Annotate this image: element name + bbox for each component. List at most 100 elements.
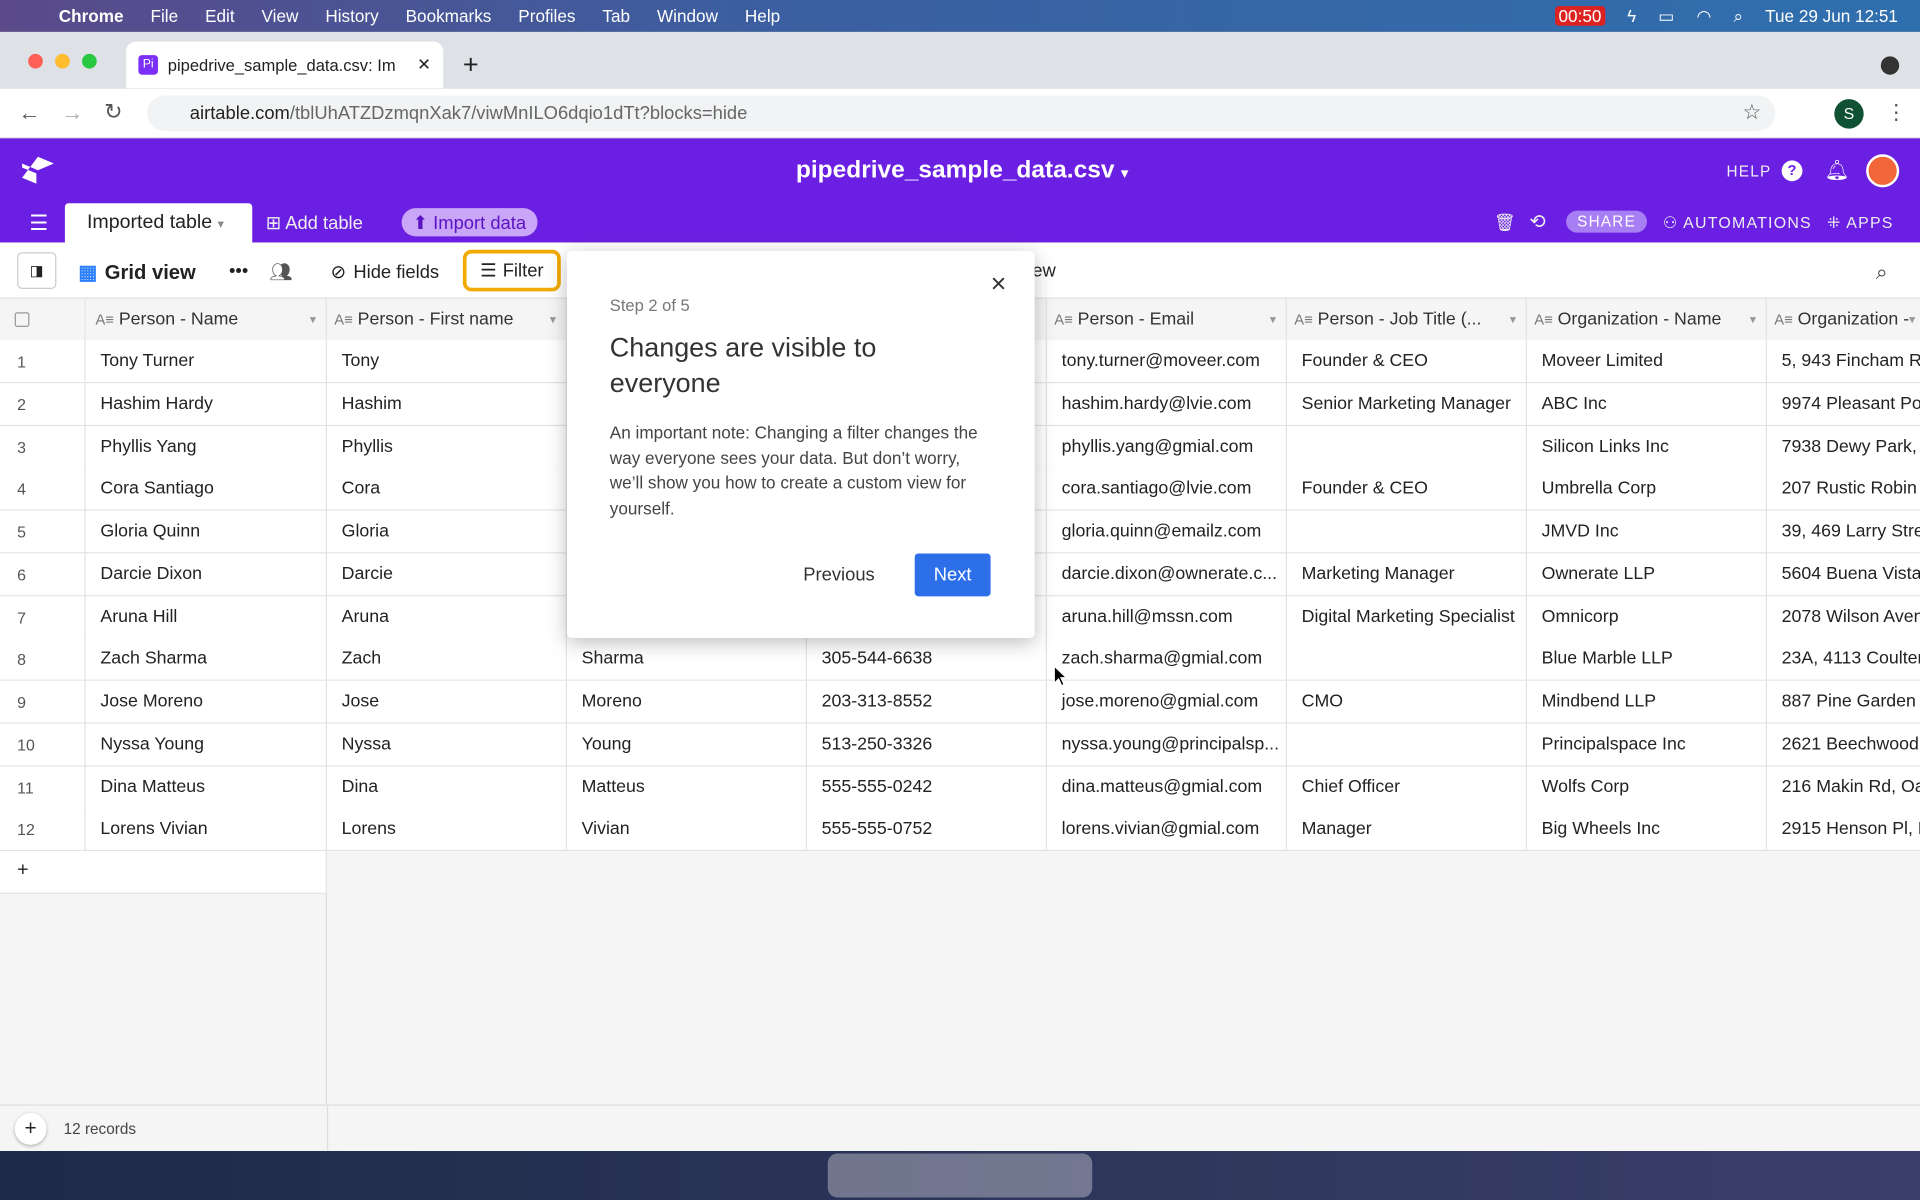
table-row[interactable]: 11 Dina Matteus Dina Matteus 555-555-0242 din… bbox=[0, 765, 1920, 809]
table-cell[interactable]: Marketing Manager bbox=[1287, 553, 1527, 597]
table-cell[interactable]: 7938 Dewy Park, bbox=[1767, 426, 1920, 469]
chevron-down-icon[interactable]: ▾ bbox=[550, 299, 556, 342]
table-cell[interactable]: Hashim bbox=[327, 382, 567, 426]
table-cell[interactable]: lorens.vivian@gmial.com bbox=[1047, 808, 1287, 852]
forward-icon[interactable]: → bbox=[61, 100, 83, 126]
table-cell[interactable]: Zach bbox=[327, 638, 567, 682]
trash-icon[interactable]: 🗑︎ bbox=[1494, 212, 1516, 233]
menu-view[interactable]: View bbox=[262, 6, 299, 26]
menu-help[interactable]: Help bbox=[745, 6, 780, 26]
table-cell[interactable] bbox=[1287, 425, 1527, 469]
column-header[interactable]: A≡ Person - Job Title (... ▾ bbox=[1286, 298, 1527, 342]
table-cell[interactable]: Gloria Quinn bbox=[86, 510, 327, 554]
checkbox-icon[interactable] bbox=[14, 312, 30, 328]
menu-edit[interactable]: Edit bbox=[205, 6, 235, 26]
table-cell[interactable]: Mindbend LLP bbox=[1527, 680, 1767, 724]
table-cell[interactable]: Tony Turner bbox=[86, 340, 327, 384]
help-icon[interactable]: ? bbox=[1781, 160, 1803, 182]
table-cell[interactable]: tony.turner@moveer.com bbox=[1047, 340, 1287, 384]
history-icon[interactable]: ⟲ bbox=[1529, 209, 1545, 233]
grid-view-switcher[interactable]: ▦ Grid view bbox=[78, 261, 195, 285]
table-cell[interactable]: Manager bbox=[1287, 808, 1527, 852]
table-cell[interactable]: Moreno bbox=[567, 680, 807, 724]
table-cell[interactable]: Big Wheels Inc bbox=[1527, 808, 1767, 852]
chevron-down-icon[interactable]: ▾ bbox=[310, 299, 316, 342]
filter-button[interactable]: ☰ Filter bbox=[462, 249, 561, 292]
table-cell[interactable]: Silicon Links Inc bbox=[1527, 425, 1767, 469]
table-cell[interactable]: Principalspace Inc bbox=[1527, 723, 1767, 767]
table-cell[interactable]: aruna.hill@mssn.com bbox=[1047, 595, 1287, 639]
table-cell[interactable]: 216 Makin Rd, Oal bbox=[1767, 766, 1920, 809]
chevron-down-icon[interactable]: ▾ bbox=[1909, 299, 1915, 342]
browser-tab[interactable]: Pi pipedrive_sample_data.csv: Im ✕ bbox=[126, 41, 444, 89]
tab-search-icon[interactable] bbox=[1880, 56, 1900, 75]
table-cell[interactable]: Hashim Hardy bbox=[86, 382, 327, 426]
column-header[interactable]: A≡ Person - First name ▾ bbox=[326, 298, 567, 342]
table-row[interactable]: 12 Lorens Vivian Lorens Vivian 555-555-0752 l… bbox=[0, 808, 1920, 852]
reload-icon[interactable]: ↻ bbox=[104, 99, 122, 125]
back-icon[interactable]: ← bbox=[18, 100, 40, 126]
collaborators-icon[interactable]: 👥︎ bbox=[269, 261, 292, 283]
table-cell[interactable]: Omnicorp bbox=[1527, 595, 1767, 639]
table-cell[interactable]: Moveer Limited bbox=[1527, 340, 1767, 384]
chevron-down-icon[interactable]: ▾ bbox=[1270, 299, 1276, 342]
tab-imported-table[interactable]: Imported table ▾ bbox=[64, 203, 253, 243]
apps-button[interactable]: ⁜ APPS bbox=[1827, 213, 1894, 233]
table-cell[interactable]: CMO bbox=[1287, 680, 1527, 724]
table-cell[interactable]: darcie.dixon@ownerate.c... bbox=[1047, 553, 1287, 597]
table-cell[interactable]: 305-544-6638 bbox=[807, 638, 1047, 682]
table-cell[interactable]: JMVD Inc bbox=[1527, 510, 1767, 554]
column-header[interactable]: A≡ Organization - Name ▾ bbox=[1526, 298, 1767, 342]
search-records-icon[interactable]: ⌕ bbox=[1876, 261, 1888, 285]
add-record-row[interactable]: + bbox=[0, 851, 327, 894]
table-cell[interactable]: Digital Marketing Specialist bbox=[1287, 595, 1527, 639]
table-cell[interactable]: 203-313-8552 bbox=[807, 680, 1047, 724]
table-cell[interactable]: Chief Officer bbox=[1287, 765, 1527, 809]
menu-app[interactable]: Chrome bbox=[59, 6, 124, 26]
recording-timer[interactable]: 00:50 bbox=[1554, 6, 1606, 26]
column-header[interactable]: A≡ Person - Email ▾ bbox=[1046, 298, 1287, 342]
menu-bookmarks[interactable]: Bookmarks bbox=[406, 6, 492, 26]
table-cell[interactable]: 23A, 4113 Coulter bbox=[1767, 638, 1920, 681]
table-cell[interactable]: Blue Marble LLP bbox=[1527, 638, 1767, 682]
maximize-window-button[interactable] bbox=[82, 53, 97, 69]
browser-menu-icon[interactable]: ⋮ bbox=[1886, 100, 1907, 124]
hamburger-menu-icon[interactable]: ☰ bbox=[29, 212, 48, 236]
next-button[interactable]: Next bbox=[914, 553, 991, 597]
table-cell[interactable]: Umbrella Corp bbox=[1527, 468, 1767, 511]
table-row[interactable]: 8 Zach Sharma Zach Sharma 305-544-6638 zach.s… bbox=[0, 638, 1920, 682]
new-tab-button[interactable]: + bbox=[463, 49, 479, 81]
table-cell[interactable]: 2078 Wilson Aven bbox=[1767, 596, 1920, 639]
table-cell[interactable]: Nyssa bbox=[327, 723, 567, 767]
table-cell[interactable]: Darcie Dixon bbox=[86, 553, 327, 597]
table-cell[interactable]: Sharma bbox=[567, 638, 807, 682]
add-button[interactable]: + bbox=[14, 1113, 47, 1145]
table-cell[interactable]: Founder & CEO bbox=[1287, 340, 1527, 384]
url-input[interactable]: airtable.com/tblUhATZDzmqnXak7/viwMnILO6… bbox=[146, 95, 1776, 132]
table-cell[interactable]: Dina Matteus bbox=[86, 765, 327, 809]
sidebar-toggle-icon[interactable]: ◨ bbox=[17, 252, 57, 289]
table-cell[interactable]: Young bbox=[567, 723, 807, 767]
table-cell[interactable]: Vivian bbox=[567, 808, 807, 852]
previous-button[interactable]: Previous bbox=[803, 564, 874, 585]
select-all-checkbox-cell[interactable] bbox=[0, 298, 86, 342]
share-button[interactable]: SHARE bbox=[1566, 210, 1648, 233]
help-button[interactable]: HELP bbox=[1727, 163, 1772, 180]
table-cell[interactable]: Tony bbox=[327, 340, 567, 384]
table-cell[interactable]: Wolfs Corp bbox=[1527, 765, 1767, 809]
table-cell[interactable]: Aruna bbox=[327, 595, 567, 639]
table-cell[interactable]: 555-555-0752 bbox=[807, 808, 1047, 852]
table-cell[interactable]: Senior Marketing Manager bbox=[1287, 382, 1527, 426]
bolt-icon[interactable]: ϟ bbox=[1627, 6, 1636, 26]
close-icon[interactable]: × bbox=[991, 268, 1007, 300]
battery-icon[interactable]: ▭ bbox=[1658, 6, 1674, 27]
table-cell[interactable]: Dina bbox=[327, 765, 567, 809]
profile-avatar[interactable]: S bbox=[1834, 99, 1864, 129]
menu-profiles[interactable]: Profiles bbox=[518, 6, 575, 26]
table-cell[interactable]: Nyssa Young bbox=[86, 723, 327, 767]
column-header[interactable]: A≡ Organization - ▾ bbox=[1766, 298, 1920, 342]
table-cell[interactable]: cora.santiago@lvie.com bbox=[1047, 468, 1287, 511]
automations-button[interactable]: ⚇ AUTOMATIONS bbox=[1663, 213, 1812, 233]
table-row[interactable]: 10 Nyssa Young Nyssa Young 513-250-3326 nyssa… bbox=[0, 723, 1920, 767]
chevron-down-icon[interactable]: ▾ bbox=[1750, 299, 1756, 342]
